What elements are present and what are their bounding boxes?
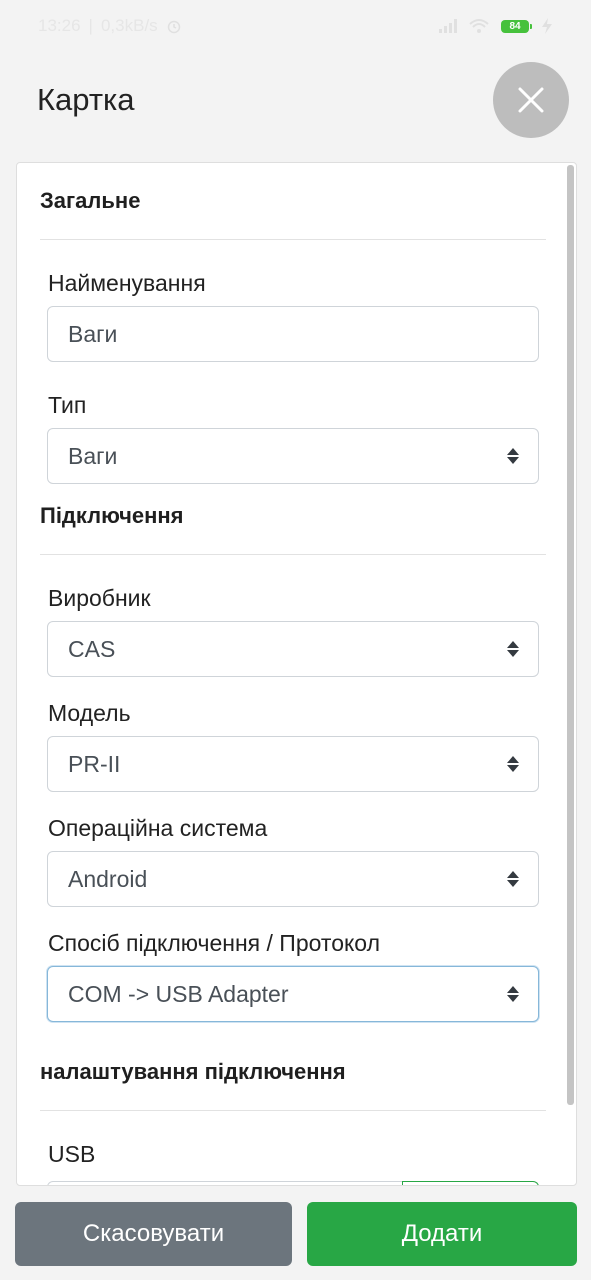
close-button[interactable]	[493, 62, 569, 138]
model-label: Модель	[48, 700, 131, 726]
divider	[40, 239, 546, 240]
status-bar: 13:26 | 0,3kB/s 84	[0, 0, 591, 52]
section-title-connection-settings: налаштування підключення	[40, 1059, 346, 1084]
sort-arrows-icon	[507, 448, 519, 464]
type-label: Тип	[48, 392, 87, 418]
battery-level: 84	[509, 20, 521, 32]
charging-icon	[542, 18, 552, 34]
section-title-general: Загальне	[40, 188, 141, 213]
alarm-icon	[167, 20, 180, 34]
header: Картка	[0, 62, 591, 140]
divider	[40, 554, 546, 555]
name-input[interactable]: Ваги	[47, 306, 539, 362]
os-label: Операційна система	[48, 815, 268, 841]
usb-label: USB	[48, 1141, 96, 1167]
protocol-label: Спосіб підключення / Протокол	[48, 930, 381, 956]
model-select[interactable]: PR-II	[47, 736, 539, 792]
os-select[interactable]: Android	[47, 851, 539, 907]
type-select[interactable]: Ваги	[47, 428, 539, 484]
cancel-button[interactable]: Скасовувати	[15, 1202, 292, 1266]
sort-arrows-icon	[507, 986, 519, 1002]
manufacturer-label: Виробник	[48, 585, 151, 611]
close-icon	[518, 87, 544, 113]
scrollbar[interactable]	[567, 165, 574, 1105]
status-left: 13:26 | 0,3kB/s	[38, 16, 182, 36]
status-right: 84	[439, 18, 553, 34]
manufacturer-select[interactable]: CAS	[47, 621, 539, 677]
status-separator: |	[88, 16, 93, 35]
section-title-connection: Підключення	[40, 503, 184, 528]
sort-arrows-icon	[507, 756, 519, 772]
form-card: Загальне Найменування Ваги Тип Ваги Підк…	[16, 162, 577, 1186]
usb-action-button[interactable]	[402, 1181, 539, 1185]
manufacturer-select-value: CAS	[68, 635, 116, 662]
sort-arrows-icon	[507, 871, 519, 887]
signal-icon	[439, 19, 457, 33]
battery-icon: 84	[501, 19, 532, 33]
protocol-select[interactable]: COM -> USB Adapter	[47, 966, 539, 1022]
add-button[interactable]: Додати	[307, 1202, 577, 1266]
model-select-value: PR-II	[68, 750, 121, 777]
page-title: Картка	[37, 82, 135, 117]
type-select-value: Ваги	[68, 442, 118, 469]
name-label: Найменування	[48, 270, 206, 296]
status-time: 13:26	[38, 16, 81, 35]
os-select-value: Android	[68, 865, 148, 892]
status-network-speed: 0,3kB/s	[100, 16, 158, 35]
wifi-icon	[469, 19, 489, 33]
protocol-select-value: COM -> USB Adapter	[68, 980, 289, 1007]
name-input-value: Ваги	[68, 320, 118, 347]
divider	[40, 1110, 546, 1111]
sort-arrows-icon	[507, 641, 519, 657]
